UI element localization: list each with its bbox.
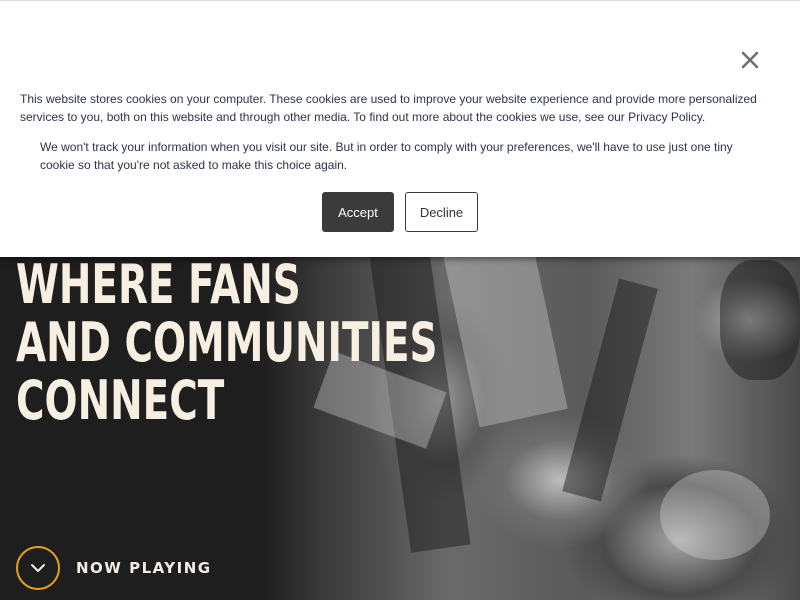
headline-line-2: AND COMMUNITIES [16,311,438,374]
now-playing-circle[interactable] [16,546,60,590]
now-playing-button[interactable]: NOW PLAYING [16,544,212,592]
cookie-notice: We won't track your information when you… [40,140,733,172]
now-playing-label[interactable]: NOW PLAYING [76,559,212,577]
accept-button[interactable]: Accept [322,192,394,232]
decline-button[interactable]: Decline [405,192,478,232]
hero-headline: WHERE FANS AND COMMUNITIES CONNECT [16,256,438,430]
headline-line-3: CONNECT [16,369,225,432]
close-icon[interactable] [738,48,762,72]
cookie-message: This website stores cookies on your comp… [20,92,757,124]
cookie-banner: This website stores cookies on your comp… [0,0,800,257]
chevron-down-icon [31,564,45,572]
headline-line-1: WHERE FANS [16,253,301,316]
